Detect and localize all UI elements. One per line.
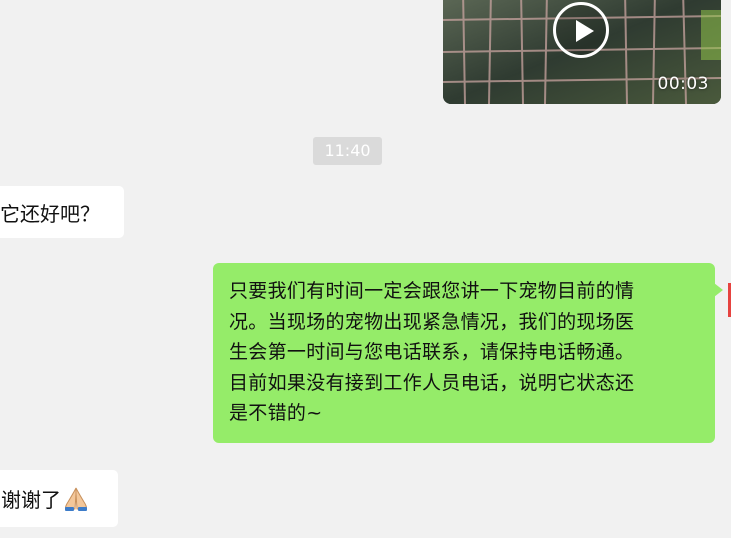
message-text: 它还好吧？ — [0, 202, 100, 226]
received-message[interactable]: 谢谢了 — [0, 470, 118, 527]
message-line: 目前如果没有接到工作人员电话，说明它状态还 — [229, 371, 635, 394]
message-line: 况。当现场的宠物出现紧急情况，我们的现场医 — [229, 310, 635, 333]
message-line: 是不错的~ — [229, 402, 323, 424]
message-line: 生会第一时间与您电话联系，请保持电话畅通。 — [229, 341, 635, 363]
play-icon[interactable] — [553, 2, 609, 58]
received-message[interactable]: 它还好吧？ — [0, 186, 124, 238]
sent-message[interactable]: 只要我们有时间一定会跟您讲一下宠物目前的情 况。当现场的宠物出现紧急情况，我们的… — [213, 263, 723, 443]
message-text: 谢谢了 — [1, 488, 61, 512]
folded-hands-emoji-icon — [65, 487, 87, 511]
message-timestamp: 11:40 — [313, 137, 382, 165]
bubble-tail — [714, 283, 723, 297]
video-duration: 00:03 — [657, 74, 709, 94]
message-line: 只要我们有时间一定会跟您讲一下宠物目前的情 — [229, 280, 635, 302]
video-message[interactable]: 00:03 — [443, 0, 721, 104]
